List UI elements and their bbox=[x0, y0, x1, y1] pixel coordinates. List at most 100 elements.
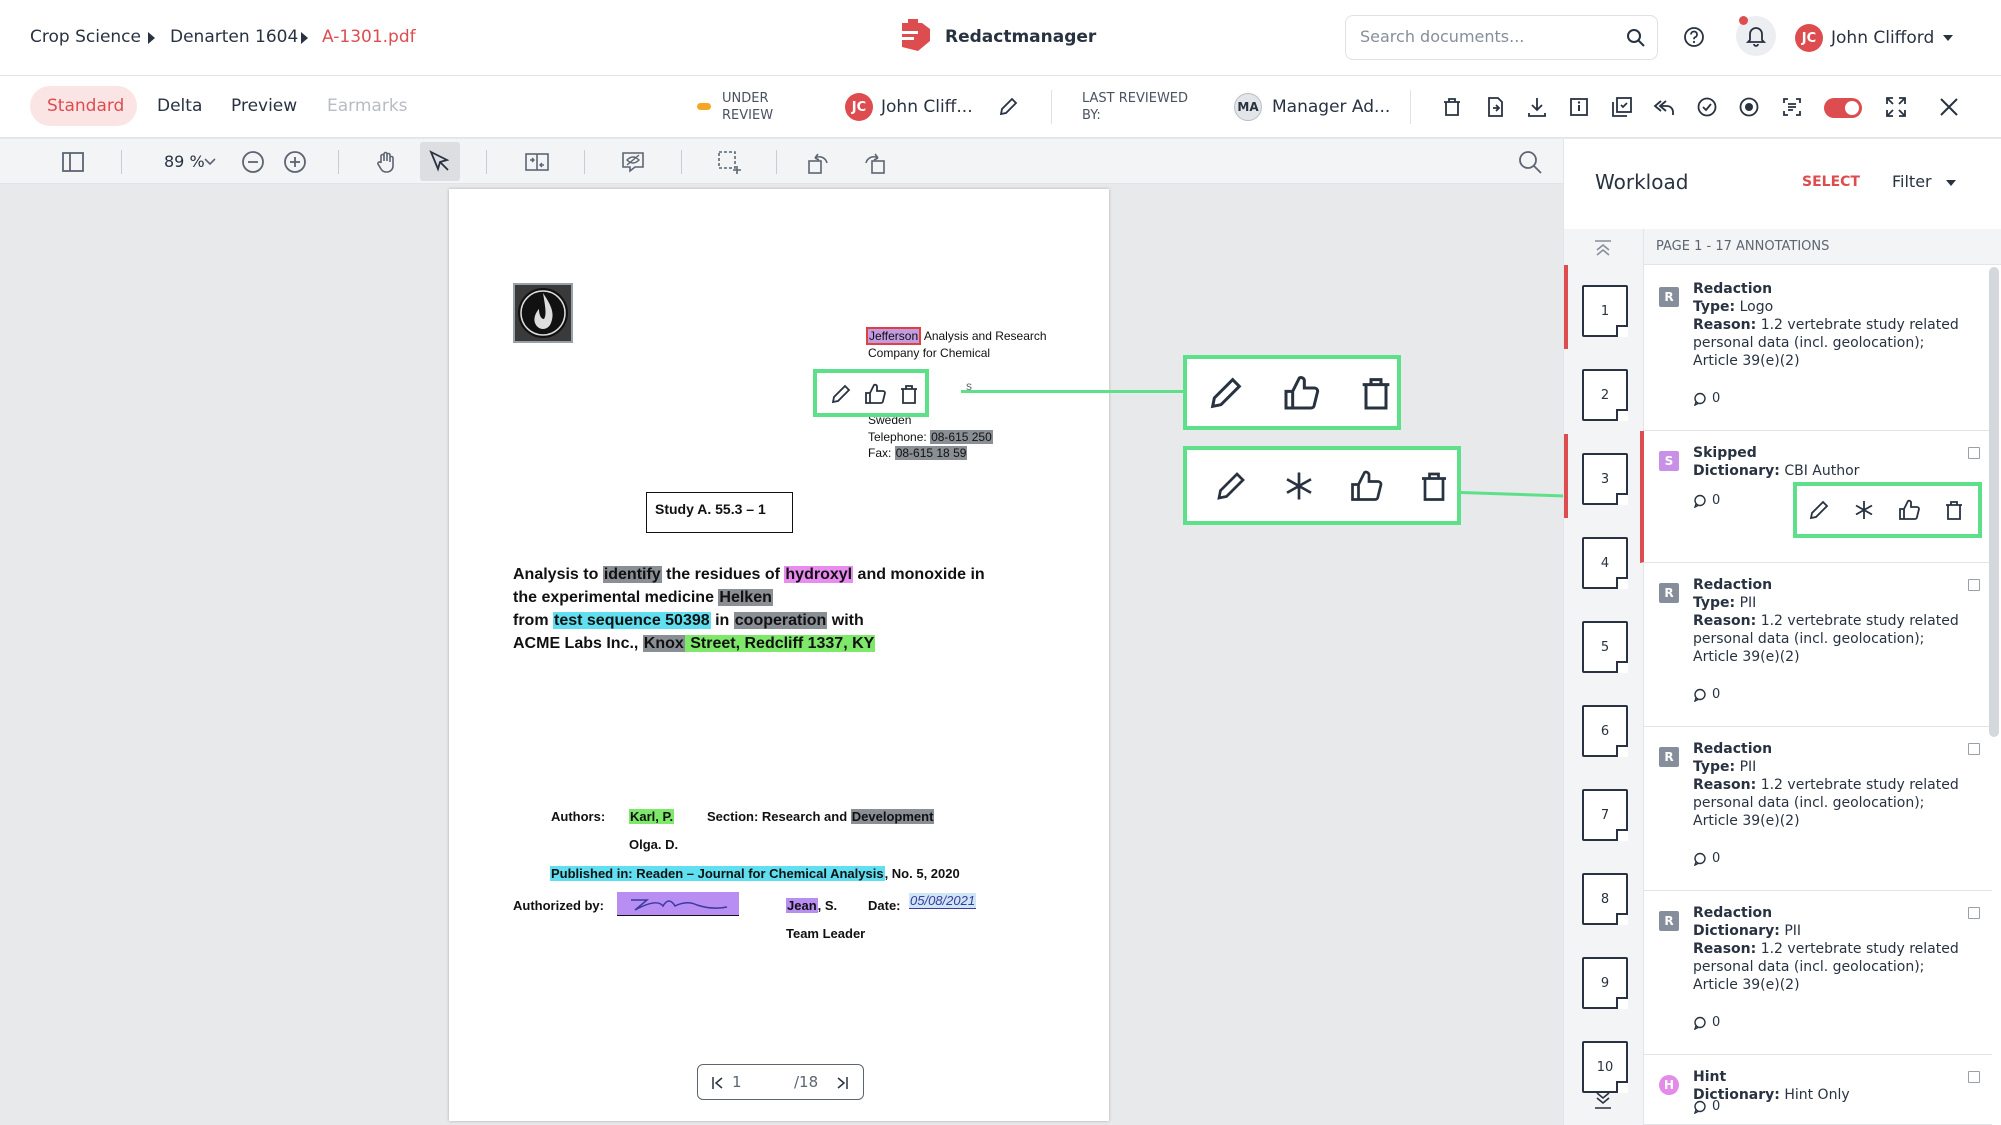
accept-thumbs-up-icon[interactable] bbox=[1897, 498, 1921, 522]
tab-standard[interactable]: Standard bbox=[47, 96, 124, 116]
zoom-chevron-down-icon[interactable] bbox=[204, 158, 216, 166]
rotate-left-icon[interactable] bbox=[805, 148, 833, 176]
annotation-list-scrollbar[interactable] bbox=[1989, 267, 1999, 737]
download-icon[interactable] bbox=[1524, 94, 1550, 120]
breadcrumb-item-dossier-template[interactable]: Crop Science bbox=[30, 27, 141, 47]
breadcrumb-item-dossier[interactable]: Denarten 1604 bbox=[170, 27, 298, 47]
fullscreen-icon[interactable] bbox=[1883, 94, 1909, 120]
annotation-page-icon[interactable] bbox=[1968, 907, 1980, 919]
excluded-pages-icon[interactable] bbox=[1609, 94, 1635, 120]
help-icon[interactable] bbox=[1683, 26, 1705, 48]
toggle-annotations-visibility-icon[interactable] bbox=[619, 148, 647, 176]
page-thumbnail-1[interactable]: 1 bbox=[1582, 285, 1628, 337]
delete-trash-icon[interactable] bbox=[1942, 498, 1966, 522]
page-thumbnail-2[interactable]: 2 bbox=[1582, 369, 1628, 421]
first-page-icon[interactable] bbox=[712, 1076, 724, 1090]
annotation-comments[interactable]: 0 bbox=[1693, 687, 1720, 702]
annotation-page-icon[interactable] bbox=[1968, 579, 1980, 591]
redaction-knox[interactable]: Knox bbox=[642, 635, 685, 652]
zoom-out-icon[interactable] bbox=[239, 148, 267, 176]
rotate-right-icon[interactable] bbox=[860, 148, 888, 176]
redaction-hydroxyl[interactable]: hydroxyl bbox=[784, 566, 854, 583]
annotation-page-icon[interactable] bbox=[1968, 1071, 1980, 1083]
page-thumbnail-8[interactable]: 8 bbox=[1582, 873, 1628, 925]
redaction-published[interactable]: Published in: Readen – Journal for Chemi… bbox=[550, 866, 885, 881]
tab-delta[interactable]: Delta bbox=[157, 96, 202, 116]
assign-file-icon[interactable] bbox=[1482, 94, 1508, 120]
delete-trash-icon[interactable] bbox=[897, 382, 921, 406]
rectangle-select-icon[interactable] bbox=[715, 148, 743, 176]
search-icon[interactable] bbox=[1626, 28, 1646, 48]
redaction-date[interactable]: 05/08/2021 bbox=[909, 893, 977, 909]
annotation-comments[interactable]: 0 bbox=[1693, 493, 1720, 508]
page-thumbnail-5[interactable]: 5 bbox=[1582, 621, 1628, 673]
delete-file-trash-icon[interactable] bbox=[1439, 94, 1465, 120]
edit-pencil-icon[interactable] bbox=[829, 382, 853, 406]
toggle-switch[interactable] bbox=[1824, 98, 1862, 118]
zoom-level[interactable]: 89 % bbox=[164, 152, 205, 171]
accept-thumbs-up-icon[interactable] bbox=[863, 382, 887, 406]
pan-hand-icon[interactable] bbox=[373, 148, 401, 176]
search-box[interactable] bbox=[1345, 15, 1658, 60]
notifications-button[interactable] bbox=[1736, 16, 1776, 56]
annotation-item[interactable]: R Redaction Type: PII Reason: 1.2 vertebrat… bbox=[1644, 563, 1992, 727]
page-thumbnail-10[interactable]: 10 bbox=[1582, 1041, 1628, 1093]
force-redaction-asterisk-icon[interactable] bbox=[1852, 498, 1876, 522]
ocr-scan-icon[interactable] bbox=[1779, 94, 1805, 120]
annotation-comments[interactable]: 0 bbox=[1693, 1099, 1720, 1114]
redaction-development[interactable]: Development bbox=[850, 809, 935, 824]
page-thumbnail-6[interactable]: 6 bbox=[1582, 705, 1628, 757]
select-button[interactable]: SELECT bbox=[1802, 174, 1860, 190]
edit-pencil-icon[interactable] bbox=[1807, 498, 1831, 522]
user-menu-chevron-icon[interactable] bbox=[1943, 35, 1953, 41]
zoom-in-icon[interactable] bbox=[281, 148, 309, 176]
last-page-icon[interactable] bbox=[836, 1076, 848, 1090]
assignee-name[interactable]: John Cliff... bbox=[881, 97, 973, 117]
document-search-icon[interactable] bbox=[1516, 148, 1544, 176]
annotation-item[interactable]: R Redaction Dictionary: PII Reason: 1.2 ver… bbox=[1644, 891, 1992, 1055]
assignee-avatar[interactable]: JC bbox=[845, 93, 873, 121]
page-thumbnail-3[interactable]: 3 bbox=[1582, 453, 1628, 505]
annotation-item[interactable]: R Redaction Type: Logo Reason: 1.2 vertebra… bbox=[1644, 267, 1992, 431]
search-input[interactable] bbox=[1360, 27, 1620, 46]
edit-assignee-pencil-icon[interactable] bbox=[997, 96, 1019, 118]
annotation-page-icon[interactable] bbox=[1968, 743, 1980, 755]
page-thumbnail-7[interactable]: 7 bbox=[1582, 789, 1628, 841]
user-name[interactable]: John Clifford bbox=[1831, 28, 1934, 48]
page-thumbnail-4[interactable]: 4 bbox=[1582, 537, 1628, 589]
tab-preview[interactable]: Preview bbox=[231, 96, 297, 116]
file-info-icon[interactable] bbox=[1566, 94, 1592, 120]
app-logo-icon[interactable] bbox=[896, 19, 934, 53]
redaction-author-1[interactable]: Karl, P. bbox=[629, 809, 675, 824]
breadcrumb-item-file[interactable]: A-1301.pdf bbox=[322, 27, 416, 47]
page-number-input[interactable] bbox=[732, 1073, 772, 1091]
approve-check-icon[interactable] bbox=[1694, 94, 1720, 120]
redaction-address[interactable]: Street, Redcliff 1337, KY bbox=[684, 635, 876, 652]
annotation-item[interactable]: R Redaction Type: PII Reason: 1.2 vertebrat… bbox=[1644, 727, 1992, 891]
select-arrow-icon[interactable] bbox=[426, 148, 454, 176]
redaction-identify[interactable]: identify bbox=[602, 566, 662, 583]
scroll-to-bottom-icon[interactable] bbox=[1593, 1091, 1613, 1111]
user-avatar[interactable]: JC bbox=[1795, 24, 1823, 52]
filter-button[interactable]: Filter bbox=[1892, 172, 1932, 191]
close-icon[interactable] bbox=[1936, 94, 1962, 120]
company-logo[interactable] bbox=[513, 283, 573, 343]
annotation-page-icon[interactable] bbox=[1968, 447, 1980, 459]
redaction-company-name[interactable]: Jefferson bbox=[866, 327, 922, 345]
scroll-to-top-icon[interactable] bbox=[1593, 239, 1613, 257]
filter-chevron-down-icon[interactable] bbox=[1946, 180, 1956, 186]
redaction-signer-name[interactable]: Jean bbox=[786, 898, 818, 913]
stop-record-icon[interactable] bbox=[1736, 94, 1762, 120]
annotation-item[interactable]: H Hint Dictionary: Hint Only 0 bbox=[1644, 1055, 1992, 1125]
page-thumbnail-9[interactable]: 9 bbox=[1582, 957, 1628, 1009]
redaction-test-sequence[interactable]: test sequence 50398 bbox=[553, 612, 711, 629]
reanalyse-undo-all-icon[interactable] bbox=[1651, 94, 1677, 120]
compare-pages-icon[interactable] bbox=[523, 148, 551, 176]
sidebar-toggle-icon[interactable] bbox=[59, 148, 87, 176]
redaction-fax[interactable]: 08-615 18 59 bbox=[894, 446, 968, 460]
annotation-comments[interactable]: 0 bbox=[1693, 851, 1720, 866]
redaction-cooperation[interactable]: cooperation bbox=[733, 612, 828, 629]
redaction-helken[interactable]: Helken bbox=[718, 589, 773, 606]
redaction-telephone[interactable]: 08-615 250 bbox=[930, 430, 993, 444]
redaction-signature[interactable] bbox=[617, 892, 739, 916]
